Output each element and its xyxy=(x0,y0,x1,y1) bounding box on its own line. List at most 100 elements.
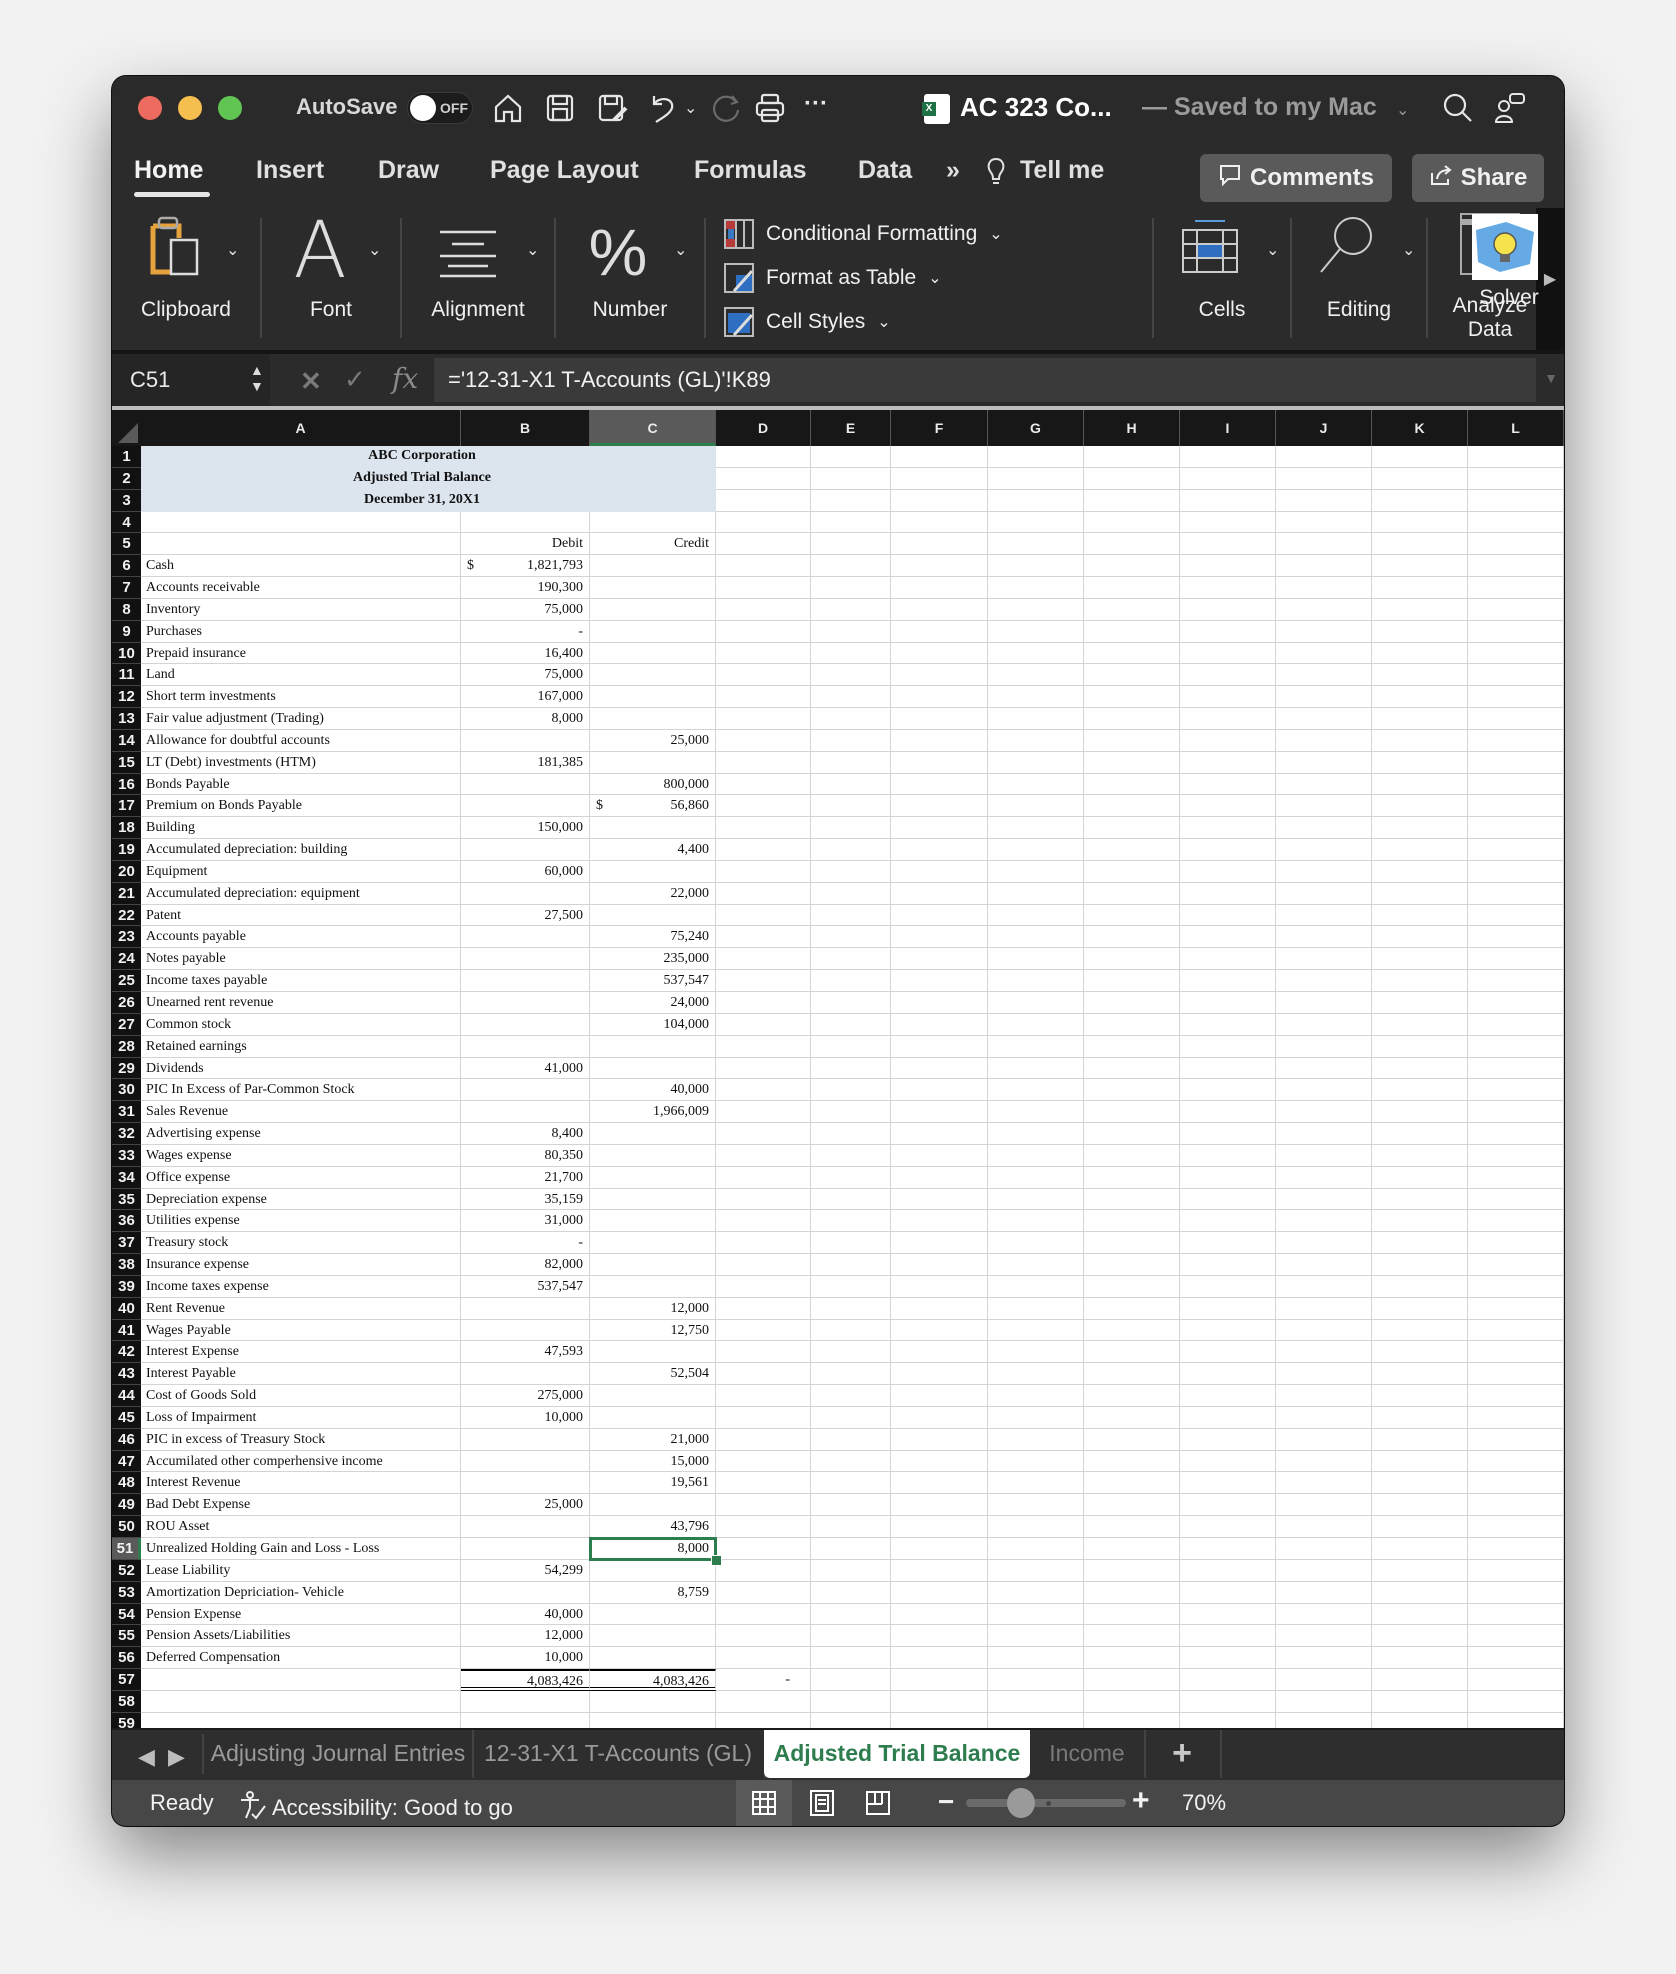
cell[interactable] xyxy=(716,1144,811,1167)
account-name[interactable]: Equipment xyxy=(141,860,461,883)
cell[interactable] xyxy=(1180,686,1276,709)
debit-amount[interactable]: 21,700 xyxy=(461,1166,590,1189)
cell[interactable] xyxy=(891,664,988,687)
cell[interactable] xyxy=(1276,1188,1372,1211)
cell[interactable] xyxy=(811,1581,891,1604)
cell[interactable] xyxy=(811,642,891,665)
cell[interactable] xyxy=(988,1625,1084,1648)
font-group[interactable]: A ⌄ Font xyxy=(262,208,400,338)
cell[interactable] xyxy=(1180,729,1276,752)
cell[interactable] xyxy=(1276,1101,1372,1124)
cell[interactable] xyxy=(1276,1297,1372,1320)
cell[interactable] xyxy=(891,1144,988,1167)
cell[interactable] xyxy=(988,1254,1084,1276)
number-dropdown-icon[interactable]: ⌄ xyxy=(674,240,687,260)
cell[interactable] xyxy=(1276,1232,1372,1255)
active-cell-selection[interactable] xyxy=(589,1537,717,1561)
debit-header[interactable]: Debit xyxy=(461,533,590,556)
account-name[interactable]: Advertising expense xyxy=(141,1123,461,1145)
cell[interactable] xyxy=(1084,1538,1180,1560)
cell[interactable] xyxy=(988,686,1084,709)
row-header[interactable]: 27 xyxy=(112,1013,141,1036)
cell[interactable] xyxy=(716,1516,811,1538)
cell[interactable] xyxy=(1372,664,1468,687)
cell[interactable] xyxy=(1372,1385,1468,1407)
cell[interactable] xyxy=(988,1712,1084,1728)
cell[interactable] xyxy=(811,839,891,861)
cell[interactable] xyxy=(988,729,1084,752)
cell[interactable] xyxy=(590,598,716,621)
cell[interactable] xyxy=(811,817,891,840)
row-header[interactable]: 24 xyxy=(112,948,141,971)
cell[interactable] xyxy=(1468,860,1564,883)
font-dropdown-icon[interactable]: ⌄ xyxy=(368,240,381,260)
cell[interactable] xyxy=(1180,664,1276,687)
cell[interactable] xyxy=(891,1603,988,1626)
row-header[interactable]: 15 xyxy=(112,751,141,774)
cell[interactable] xyxy=(811,1341,891,1364)
cell[interactable] xyxy=(1372,1472,1468,1495)
cell[interactable] xyxy=(1084,1450,1180,1473)
cell[interactable] xyxy=(1276,773,1372,796)
cell[interactable] xyxy=(1180,1494,1276,1517)
cell[interactable] xyxy=(590,1385,716,1407)
cell[interactable] xyxy=(1468,1625,1564,1648)
cell[interactable] xyxy=(988,1057,1084,1080)
cell[interactable] xyxy=(1084,620,1180,643)
cell[interactable] xyxy=(1468,1428,1564,1451)
cell[interactable] xyxy=(1468,1123,1564,1145)
cell[interactable] xyxy=(1372,686,1468,709)
cell[interactable] xyxy=(1468,1603,1564,1626)
cell[interactable] xyxy=(590,904,716,927)
cell[interactable] xyxy=(1372,839,1468,861)
cell[interactable] xyxy=(891,882,988,905)
cell[interactable] xyxy=(1276,795,1372,818)
cell[interactable] xyxy=(1084,1669,1180,1691)
cell[interactable] xyxy=(590,1341,716,1364)
cell[interactable] xyxy=(891,686,988,709)
account-name[interactable]: Rent Revenue xyxy=(141,1297,461,1320)
cell[interactable] xyxy=(1084,1101,1180,1124)
cell[interactable] xyxy=(716,686,811,709)
cell[interactable] xyxy=(716,1123,811,1145)
cell[interactable] xyxy=(1468,1581,1564,1604)
cell[interactable] xyxy=(1084,489,1180,512)
cell[interactable] xyxy=(1084,555,1180,578)
cell[interactable] xyxy=(1276,686,1372,709)
row-header[interactable]: 9 xyxy=(112,620,141,643)
cell[interactable] xyxy=(1084,1581,1180,1604)
cell[interactable] xyxy=(1372,795,1468,818)
credit-amount[interactable]: 12,000 xyxy=(590,1297,716,1320)
row-header[interactable]: 38 xyxy=(112,1254,141,1276)
cell[interactable] xyxy=(1276,1472,1372,1495)
cell[interactable] xyxy=(590,1210,716,1233)
cell[interactable] xyxy=(461,1712,590,1728)
account-name[interactable]: Interest Expense xyxy=(141,1341,461,1364)
cell[interactable] xyxy=(811,577,891,599)
cell[interactable] xyxy=(1084,795,1180,818)
cell[interactable] xyxy=(891,1275,988,1298)
cell[interactable] xyxy=(1180,1101,1276,1124)
credit-amount[interactable]: 800,000 xyxy=(590,773,716,796)
cell[interactable] xyxy=(1276,1341,1372,1364)
column-header-e[interactable]: E xyxy=(811,410,891,446)
cell[interactable] xyxy=(716,1538,811,1560)
cell[interactable] xyxy=(1180,1690,1276,1713)
cell[interactable] xyxy=(811,511,891,534)
credit-amount[interactable]: 19,561 xyxy=(590,1472,716,1495)
insert-function-icon[interactable]: fx xyxy=(392,362,418,395)
cell[interactable] xyxy=(461,1319,590,1342)
cell[interactable] xyxy=(1180,1581,1276,1604)
cell[interactable] xyxy=(1276,598,1372,621)
cell[interactable] xyxy=(1468,795,1564,818)
cell[interactable] xyxy=(590,511,716,534)
cell[interactable] xyxy=(1468,708,1564,730)
cell[interactable] xyxy=(590,642,716,665)
cell[interactable] xyxy=(1372,1625,1468,1648)
cell[interactable] xyxy=(1084,773,1180,796)
account-name[interactable]: Purchases xyxy=(141,620,461,643)
cell[interactable] xyxy=(716,1013,811,1036)
cell[interactable] xyxy=(891,1559,988,1582)
cell[interactable] xyxy=(1372,1406,1468,1429)
cell[interactable] xyxy=(811,1472,891,1495)
